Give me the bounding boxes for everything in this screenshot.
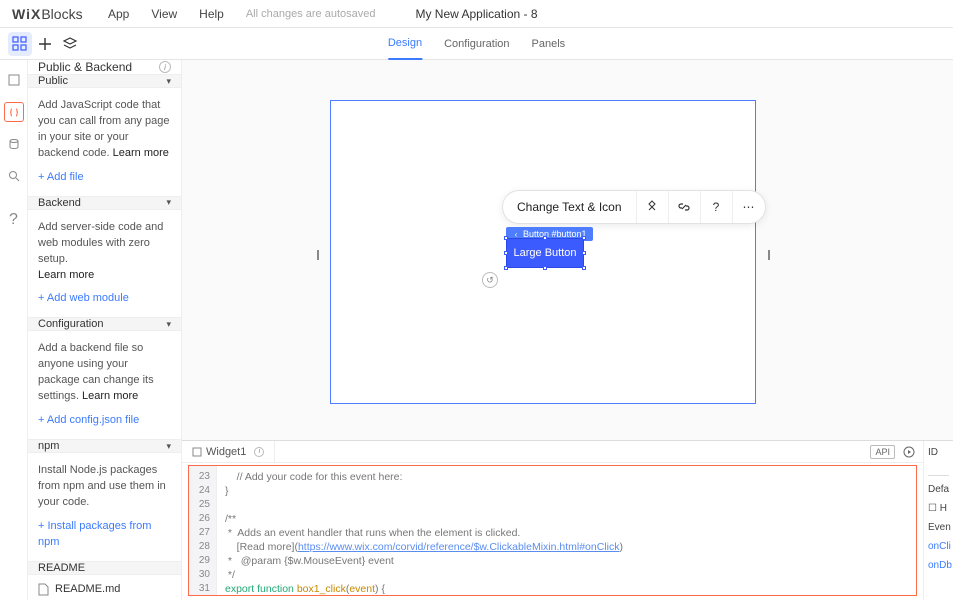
resize-handle[interactable] [582, 251, 586, 255]
install-npm-link[interactable]: + Install packages from npm [38, 520, 151, 548]
help-icon[interactable]: ? [701, 191, 733, 223]
prop-default-label: Defa [928, 484, 949, 495]
rail-help-icon[interactable]: ? [4, 210, 24, 230]
ruler-right [768, 250, 770, 260]
element-toolbar: Change Text & Icon ? ⋯ [502, 190, 766, 224]
section-npm[interactable]: npm▾ [28, 440, 181, 453]
info-icon[interactable]: i [254, 447, 264, 457]
event-ondblclick[interactable]: onDb [928, 560, 949, 571]
rail-page-icon[interactable] [4, 70, 24, 90]
undo-icon[interactable]: ↺ [482, 272, 498, 288]
app-title: My New Application - 8 [415, 7, 537, 21]
section-backend[interactable]: Backend▾ [28, 197, 181, 210]
ruler-left [317, 250, 319, 260]
tab-panels[interactable]: Panels [532, 28, 566, 60]
menu-app[interactable]: App [108, 7, 129, 21]
section-configuration[interactable]: Configuration▾ [28, 318, 181, 331]
widget-icon [192, 447, 202, 457]
section-public[interactable]: Public▾ [28, 75, 181, 88]
resize-handle[interactable] [504, 266, 508, 270]
resize-handle[interactable] [543, 236, 547, 240]
backend-help: Add server-side code and web modules wit… [38, 221, 163, 265]
section-readme[interactable]: README [28, 562, 181, 575]
design-icon[interactable] [637, 191, 669, 223]
tag-close-icon[interactable]: ‹ [512, 230, 520, 238]
sidebar-title: Public & Backend i [28, 60, 181, 75]
layers-icon[interactable] [58, 32, 82, 56]
rail-database-icon[interactable] [4, 134, 24, 154]
info-icon[interactable]: i [159, 61, 171, 73]
chevron-down-icon: ▾ [166, 197, 171, 208]
rail-code-icon[interactable] [4, 102, 24, 122]
config-learn-more[interactable]: Learn more [82, 390, 138, 402]
resize-handle[interactable] [504, 236, 508, 240]
public-learn-more[interactable]: Learn more [113, 147, 169, 159]
logo: WiXBlocks [0, 6, 90, 22]
resize-handle[interactable] [543, 266, 547, 270]
chevron-down-icon: ▾ [166, 319, 171, 330]
prop-events-label: Even [928, 522, 949, 533]
rail-search-icon[interactable] [4, 166, 24, 186]
add-file-link[interactable]: + Add file [38, 171, 84, 183]
file-icon [38, 583, 49, 596]
tab-design[interactable]: Design [388, 28, 422, 60]
hidden-checkbox[interactable]: ☐ H [928, 503, 949, 514]
more-icon[interactable]: ⋯ [733, 191, 765, 223]
menu-view[interactable]: View [151, 7, 177, 21]
tab-configuration[interactable]: Configuration [444, 28, 509, 60]
prop-id-label: ID [928, 447, 949, 458]
link-icon[interactable] [669, 191, 701, 223]
resize-handle[interactable] [582, 266, 586, 270]
backend-learn-more[interactable]: Learn more [38, 269, 94, 281]
autosave-status: All changes are autosaved [246, 8, 376, 20]
resize-handle[interactable] [504, 251, 508, 255]
line-gutter: 23 24 25 26 27 28 29 30 31 32 33 34 [189, 466, 217, 595]
readme-file[interactable]: README.md [28, 575, 181, 600]
resize-handle[interactable] [582, 236, 586, 240]
code-tab-widget1[interactable]: Widget1 i [182, 441, 275, 463]
add-icon[interactable] [33, 32, 57, 56]
menu-help[interactable]: Help [199, 7, 224, 21]
chevron-down-icon: ▾ [166, 76, 171, 87]
npm-help: Install Node.js packages from npm and us… [38, 464, 166, 508]
chevron-down-icon: ▾ [166, 441, 171, 452]
properties-panel: ID Defa ☐ H Even onCli onDb [923, 441, 953, 600]
add-web-module-link[interactable]: + Add web module [38, 292, 129, 304]
change-text-icon-button[interactable]: Change Text & Icon [503, 191, 637, 223]
large-button-element[interactable]: Large Button [506, 238, 584, 268]
api-button[interactable]: API [870, 445, 895, 459]
add-config-link[interactable]: + Add config.json file [38, 414, 139, 426]
widgets-icon[interactable] [8, 32, 32, 56]
code-editor[interactable]: 23 24 25 26 27 28 29 30 31 32 33 34 // A… [188, 465, 917, 596]
run-icon[interactable] [903, 446, 915, 458]
event-onclick[interactable]: onCli [928, 541, 949, 552]
